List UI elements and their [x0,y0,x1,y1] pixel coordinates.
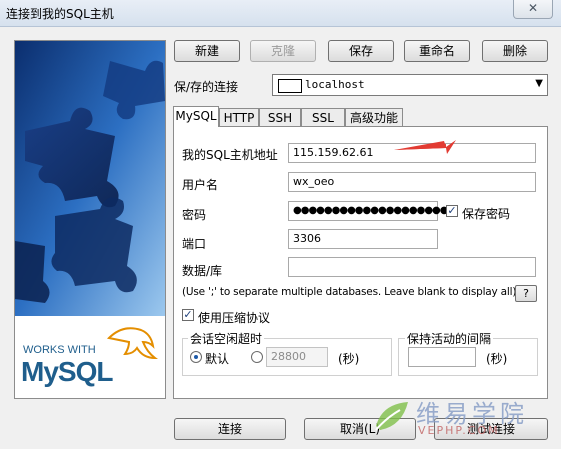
close-icon: ✕ [527,1,539,15]
compress-checkbox[interactable]: ✓ [182,309,194,321]
port-input[interactable]: 3306 [288,229,438,249]
saved-connection-select[interactable]: localhost ▼ [272,74,548,96]
clone-button[interactable]: 克隆 [250,40,316,62]
saved-connection-value: localhost [305,78,365,91]
timeout-custom-input[interactable]: 28800 [266,347,328,367]
dolphin-icon [106,327,159,360]
works-with-text: WORKS WITH [23,344,96,356]
database-input[interactable] [288,257,536,277]
leaf-logo-icon [375,402,408,431]
user-label: 用户名 [182,178,219,192]
watermark-en-text: VEPHP.COM [418,424,500,437]
close-button[interactable]: ✕ [513,0,553,19]
puzzle-image [15,41,165,316]
keepalive-unit-label: (秒) [486,352,508,366]
host-label: 我的SQL主机地址 [182,148,278,162]
connect-button[interactable]: 连接 [174,418,286,440]
connect-dialog: 连接到我的SQL主机 ✕ WORKS WITH MySQL 新建 克隆 保存 重… [0,0,561,449]
new-button[interactable]: 新建 [174,40,240,62]
save-password-checkbox[interactable]: ✓ [446,205,458,217]
saved-connection-label: 保/存的连接 [174,80,239,94]
save-button[interactable]: 保存 [328,40,394,62]
user-input[interactable]: wx_oeo [288,172,536,192]
red-arrow-annotation [394,140,456,154]
save-password-label: 保存密码 [462,207,511,221]
database-label: 数据/库 [182,264,223,278]
chevron-down-icon: ▼ [535,78,543,89]
timeout-unit-label: (秒) [338,352,360,366]
timeout-default-label: 默认 [205,352,230,366]
tab-advanced[interactable]: 高级功能 [345,108,403,126]
tab-mysql[interactable]: MySQL [173,106,219,127]
keepalive-title: 保持活动的间隔 [405,330,494,347]
mysql-brand-text: MySQL [21,356,113,387]
timeout-custom-radio[interactable] [251,351,263,363]
keepalive-input[interactable] [408,347,476,367]
session-timeout-title: 会话空闲超时 [188,330,265,347]
timeout-default-radio[interactable] [190,351,202,363]
rename-button[interactable]: 重命名 [404,40,470,62]
watermark: 维易学院 VEPHP.COM [372,394,557,446]
port-label: 端口 [182,237,207,251]
tab-http[interactable]: HTTP [219,108,259,126]
tab-ssl[interactable]: SSL [301,108,345,126]
delete-button[interactable]: 删除 [482,40,548,62]
window-title: 连接到我的SQL主机 [6,7,114,21]
compress-label: 使用压缩协议 [198,311,271,325]
mysql-logo: WORKS WITH MySQL [15,316,165,398]
title-bar: 连接到我的SQL主机 ✕ [0,0,561,27]
password-label: 密码 [182,208,207,222]
connection-color-swatch [278,79,302,93]
mysql-image-panel: WORKS WITH MySQL [14,40,166,399]
password-input[interactable]: ●●●●●●●●●●●●●●●●●●●●● [288,201,456,221]
database-hint: (Use ';' to separate multiple databases.… [182,286,517,298]
help-button[interactable]: ? [515,285,537,302]
tab-ssh[interactable]: SSH [259,108,301,126]
